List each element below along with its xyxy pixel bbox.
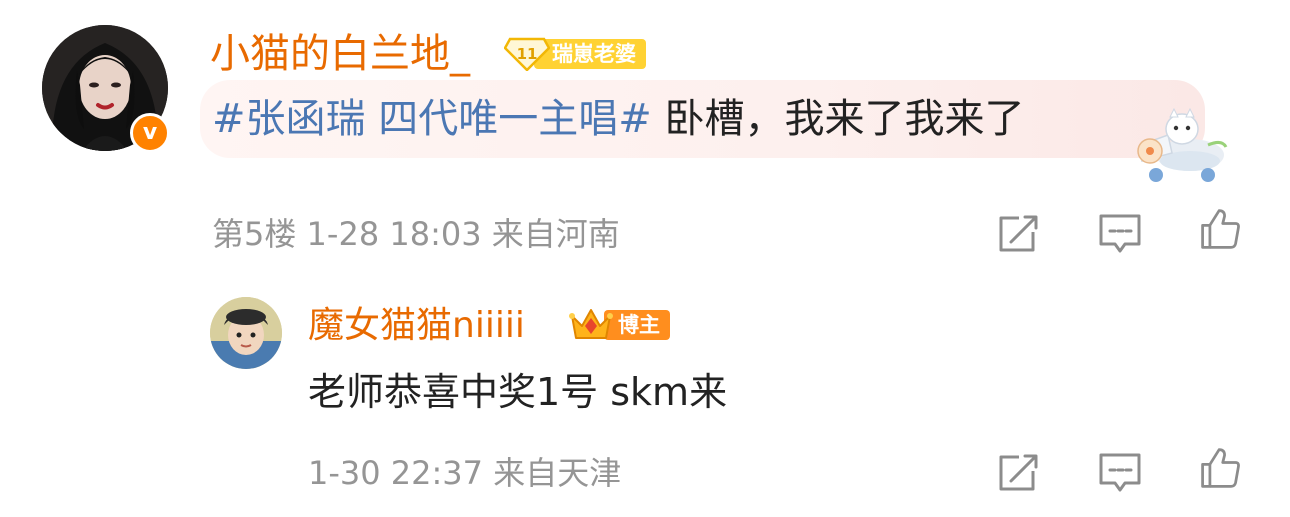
reply-location: 来自天津 — [493, 454, 622, 492]
comment-location: 来自河南 — [491, 215, 620, 253]
topic-link[interactable]: #张函瑞 四代唯一主唱# — [212, 96, 652, 142]
level-diamond-icon: 11 — [504, 37, 550, 71]
level-number: 11 — [517, 45, 538, 63]
mascot-sticker-icon — [1137, 107, 1228, 182]
reply-text: 老师恭喜中奖1号 skm来 — [308, 370, 728, 414]
share-icon[interactable] — [995, 451, 1041, 495]
reply-username[interactable]: 魔女猫猫niiiii — [308, 302, 525, 350]
comment-text: 卧槽，我来了我来了 — [651, 96, 1025, 142]
fan-badge-label: 瑞崽老婆 — [534, 39, 646, 69]
reply-meta: 1-30 22:37 来自天津 — [308, 451, 621, 495]
comment-meta: 第5楼 1-28 18:03 来自河南 — [212, 212, 620, 256]
share-icon[interactable] — [995, 212, 1041, 256]
reply-avatar[interactable] — [210, 297, 282, 369]
commenter-username[interactable]: 小猫的白兰地_ — [210, 28, 470, 80]
like-icon[interactable] — [1197, 446, 1243, 490]
crown-icon — [569, 309, 613, 339]
reply-datetime: 1-30 22:37 — [308, 454, 484, 492]
verified-badge-icon: v — [130, 113, 170, 153]
comment-datetime: 1-28 18:03 — [306, 215, 482, 253]
comment-icon[interactable] — [1097, 451, 1143, 495]
like-icon[interactable] — [1197, 207, 1243, 251]
floor-number: 第5楼 — [212, 215, 297, 253]
comment-icon[interactable] — [1097, 212, 1143, 256]
comment-body: #张函瑞 四代唯一主唱# 卧槽，我来了我来了 — [212, 92, 1024, 146]
